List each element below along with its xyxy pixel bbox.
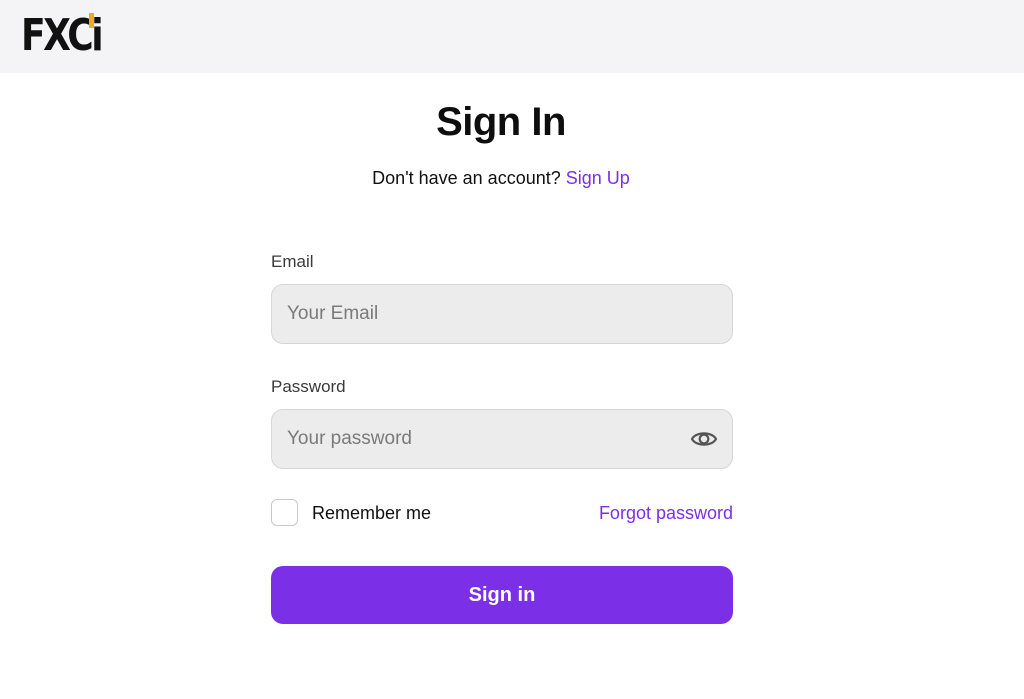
password-field-container xyxy=(271,409,733,469)
email-label: Email xyxy=(271,252,314,271)
email-field-container xyxy=(271,284,733,344)
page-title: Sign In xyxy=(436,100,566,144)
password-label: Password xyxy=(271,377,346,396)
password-input[interactable] xyxy=(272,410,732,468)
remember-label[interactable]: Remember me xyxy=(312,502,431,524)
remember-row: Remember me Forgot password xyxy=(271,499,733,527)
eye-icon[interactable] xyxy=(690,427,718,451)
forgot-password-link[interactable]: Forgot password xyxy=(599,502,733,524)
signup-link[interactable]: Sign Up xyxy=(566,168,630,188)
remember-checkbox[interactable] xyxy=(271,499,298,526)
signup-prompt: Don't have an account? Sign Up xyxy=(0,166,1002,190)
top-header: FXCi xyxy=(0,0,1024,73)
brand-logo[interactable]: FXCi xyxy=(21,10,119,62)
logo-accent-mark xyxy=(89,13,94,28)
email-input[interactable] xyxy=(272,285,732,343)
sign-in-button[interactable]: Sign in xyxy=(271,566,733,624)
signup-prompt-text: Don't have an account? xyxy=(372,168,561,188)
